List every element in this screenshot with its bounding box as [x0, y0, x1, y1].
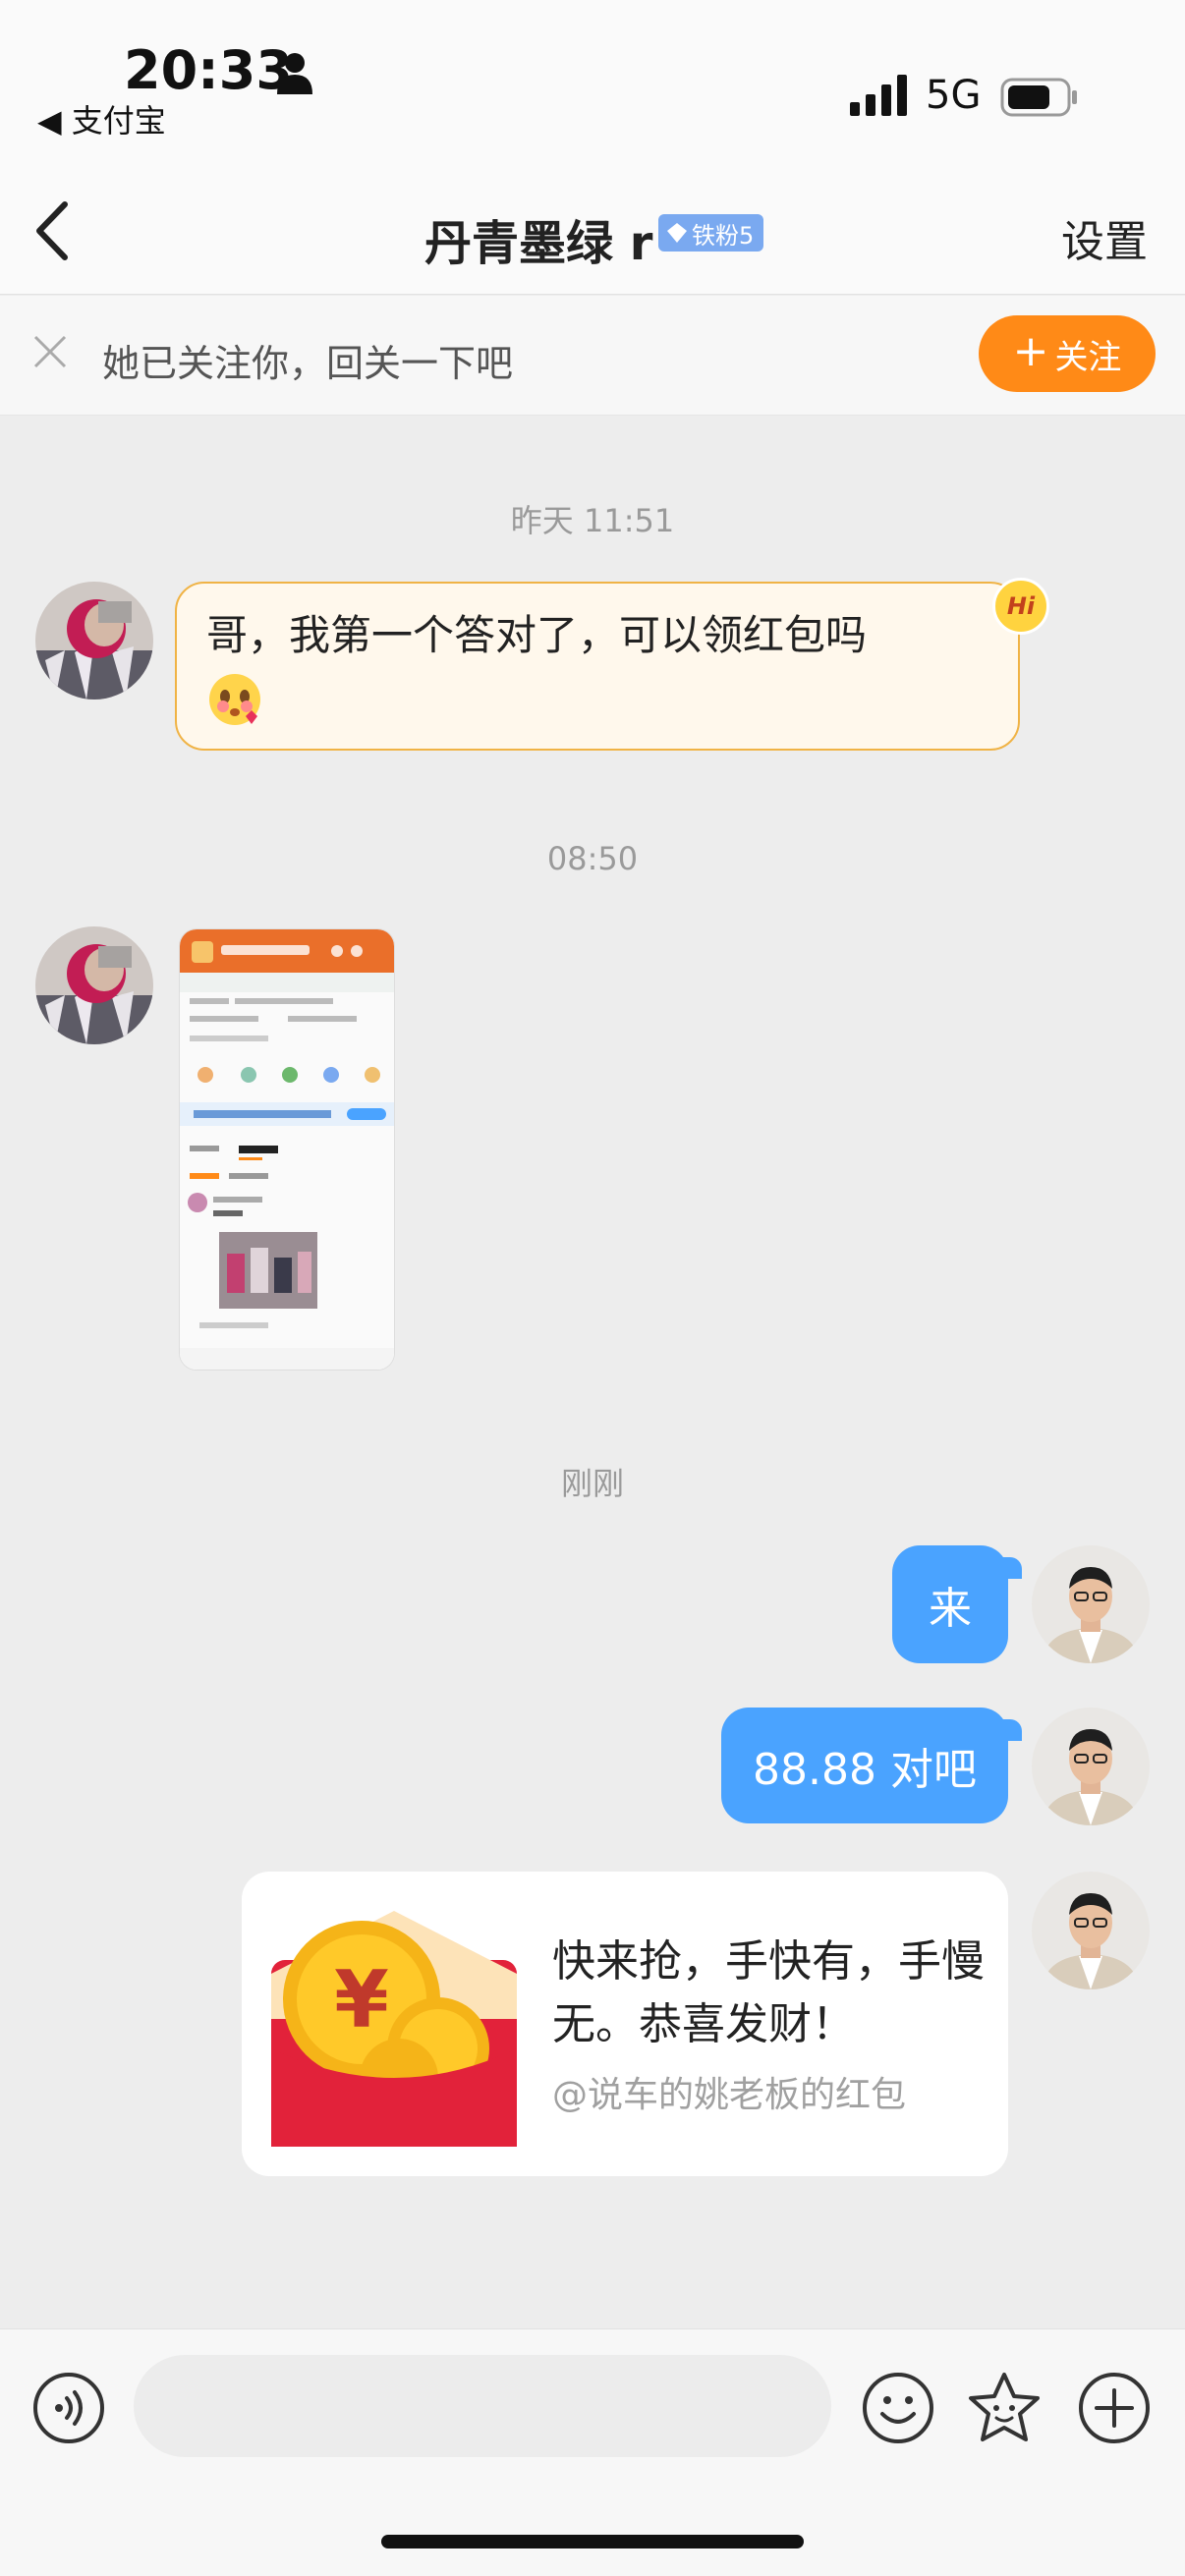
my-avatar[interactable]: [1032, 1545, 1150, 1663]
battery-icon: [1000, 78, 1077, 117]
chat-title[interactable]: 丹青墨绿 r: [424, 204, 652, 273]
bubble-tail: [1000, 1719, 1022, 1741]
svg-text:¥: ¥: [334, 1954, 389, 2045]
timestamp: 刚刚: [560, 1465, 624, 1502]
emoji-icon[interactable]: [861, 2371, 935, 2445]
back-to-app-link[interactable]: ◀ 支付宝: [37, 96, 166, 141]
red-packet-icon: ¥: [271, 1911, 517, 2147]
plus-icon: +: [1012, 326, 1049, 376]
message-text: 来: [929, 1584, 972, 1634]
fan-badge-label: 铁粉5: [692, 221, 755, 250]
shared-screenshot-image[interactable]: [179, 928, 395, 1371]
message-input[interactable]: [134, 2355, 831, 2457]
fan-level-badge: 铁粉5: [658, 214, 764, 252]
message-text: 哥，我第一个答对了，可以领红包吗: [206, 611, 868, 659]
hi-badge: Hi: [992, 578, 1049, 635]
status-bar: 20:33 ◀ 支付宝 5G: [0, 0, 1185, 167]
status-time: 20:33: [124, 39, 293, 101]
bubble-tail: [1000, 1557, 1022, 1579]
voice-input-icon[interactable]: [31, 2371, 106, 2445]
follow-back-banner: 她已关注你，回关一下吧 + 关注: [0, 296, 1185, 416]
red-packet-card[interactable]: ¥ 快来抢，手快有，手慢无。恭喜发财！ @说车的姚老板的红包: [242, 1872, 1008, 2176]
follow-button-label: 关注: [1054, 337, 1122, 377]
chat-header: 丹青墨绿 r 铁粉5 设置: [0, 167, 1185, 295]
outgoing-message-bubble[interactable]: 来: [892, 1545, 1008, 1663]
timestamp: 08:50: [546, 840, 639, 877]
follow-hint-text: 她已关注你，回关一下吧: [102, 342, 514, 385]
diamond-icon: [667, 223, 687, 243]
my-avatar[interactable]: [1032, 1708, 1150, 1825]
timestamp: 昨天 11:51: [510, 502, 675, 539]
outgoing-message-bubble[interactable]: 88.88 对吧: [721, 1708, 1008, 1823]
back-arrow-icon[interactable]: [29, 196, 79, 265]
cellular-signal-icon: [850, 75, 907, 116]
person-icon: [277, 53, 312, 94]
red-packet-subtitle: @说车的姚老板的红包: [552, 2075, 907, 2115]
contact-avatar[interactable]: [35, 926, 153, 1044]
red-packet-title: 快来抢，手快有，手慢无。恭喜发财！: [552, 1936, 985, 2049]
contact-avatar[interactable]: [35, 582, 153, 700]
message-text: 88.88 对吧: [753, 1745, 977, 1795]
follow-button[interactable]: + 关注: [979, 315, 1156, 392]
settings-button[interactable]: 设置: [1061, 206, 1148, 269]
my-avatar[interactable]: [1032, 1872, 1150, 1989]
sticker-icon[interactable]: [965, 2369, 1044, 2447]
blushing-face-icon: [209, 673, 260, 725]
network-type: 5G: [926, 73, 982, 118]
plus-circle-icon[interactable]: [1077, 2371, 1152, 2445]
close-icon[interactable]: [31, 333, 69, 370]
incoming-message-bubble[interactable]: 哥，我第一个答对了，可以领红包吗: [175, 582, 1020, 751]
home-indicator[interactable]: [381, 2535, 804, 2548]
